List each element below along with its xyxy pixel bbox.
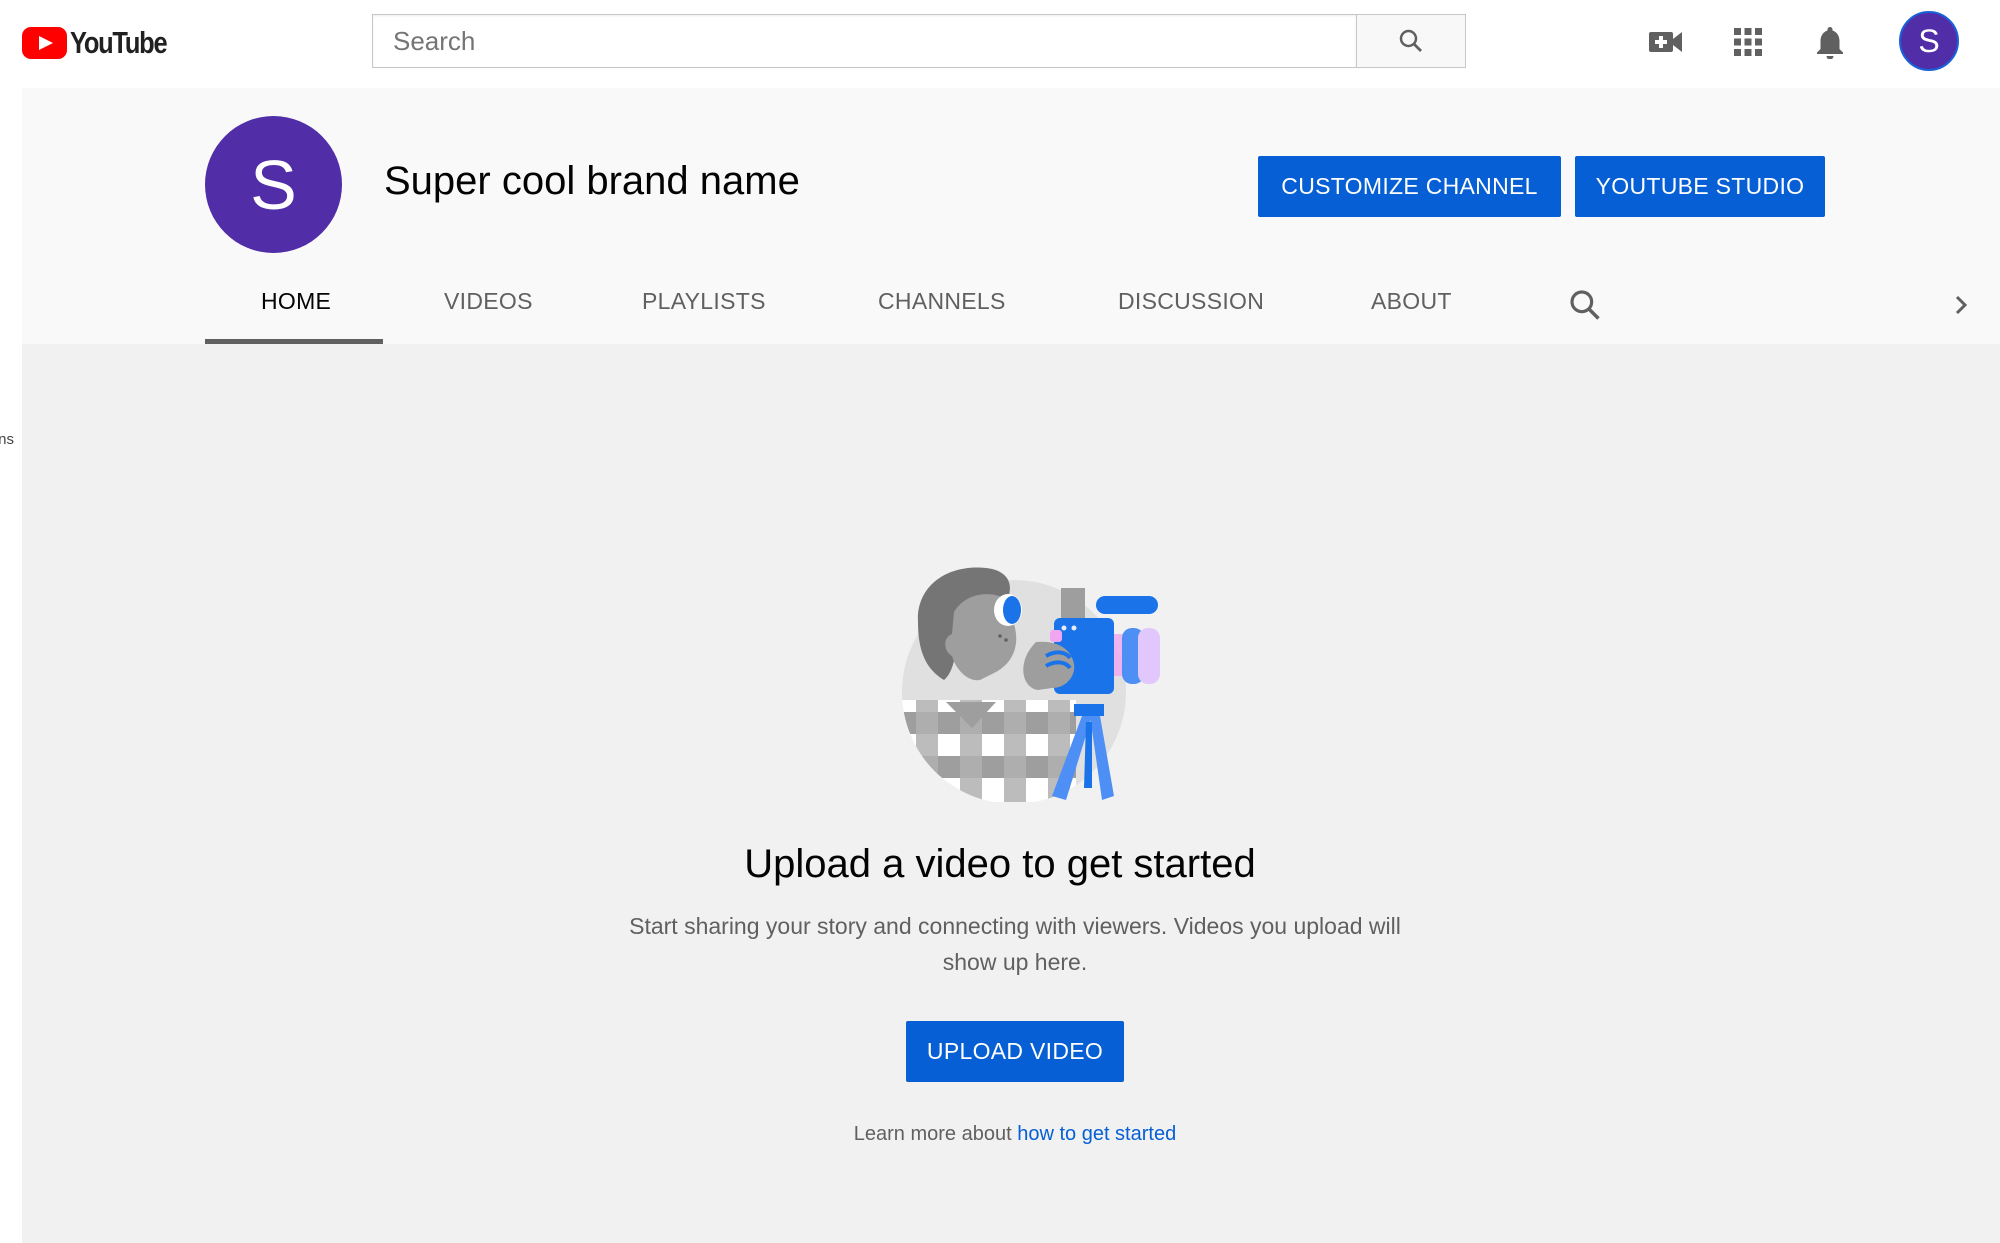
tab-discussion[interactable]: DISCUSSION <box>1118 288 1264 324</box>
search-box <box>372 14 1466 68</box>
tab-about[interactable]: ABOUT <box>1371 288 1452 324</box>
create-video-button[interactable] <box>1644 20 1688 64</box>
youtube-studio-button[interactable]: YOUTUBE STUDIO <box>1575 156 1825 217</box>
masthead: YouTube S <box>0 0 2000 88</box>
search-icon <box>1570 290 1600 320</box>
empty-state-description: Start sharing your story and connecting … <box>629 913 1401 975</box>
create-video-icon <box>1649 32 1682 52</box>
guide-sidebar-peek: ns <box>0 88 22 1243</box>
notifications-button[interactable] <box>1808 20 1852 64</box>
apps-grid-icon <box>1734 28 1762 56</box>
empty-state-title: Upload a video to get started <box>744 842 1256 886</box>
person-filming-with-camera-illustration <box>902 567 1160 802</box>
upload-video-button[interactable]: UPLOAD VIDEO <box>906 1021 1124 1082</box>
notifications-bell-icon <box>1817 27 1843 59</box>
channel-search-button[interactable] <box>1566 286 1604 324</box>
channel-name: Super cool brand name <box>384 159 800 203</box>
chevron-right-icon <box>1955 295 1968 315</box>
learn-more-text: Learn more about how to get started <box>0 1123 2000 1146</box>
search-input[interactable] <box>372 14 1356 68</box>
logo-text: YouTube <box>70 25 168 60</box>
channel-avatar: S <box>205 116 342 253</box>
search-icon <box>1399 29 1422 52</box>
youtube-play-icon <box>22 27 67 59</box>
account-avatar[interactable]: S <box>1899 11 1959 71</box>
apps-button[interactable] <box>1726 20 1770 64</box>
tab-channels[interactable]: CHANNELS <box>878 288 1006 324</box>
customize-channel-button[interactable]: CUSTOMIZE CHANNEL <box>1258 156 1561 217</box>
youtube-logo[interactable]: YouTube <box>22 25 188 60</box>
tab-videos[interactable]: VIDEOS <box>444 288 533 324</box>
tab-home[interactable]: HOME <box>261 288 331 324</box>
search-button[interactable] <box>1356 14 1466 68</box>
channel-avatar-initial: S <box>250 145 297 224</box>
account-avatar-initial: S <box>1918 22 1940 59</box>
tab-playlists[interactable]: PLAYLISTS <box>642 288 766 324</box>
guide-peek-text: ns <box>0 431 14 448</box>
learn-more-prefix: Learn more about <box>853 1123 1018 1145</box>
tabs-scroll-right-button[interactable] <box>1948 290 1974 320</box>
how-to-get-started-link[interactable]: how to get started <box>1017 1123 1176 1145</box>
